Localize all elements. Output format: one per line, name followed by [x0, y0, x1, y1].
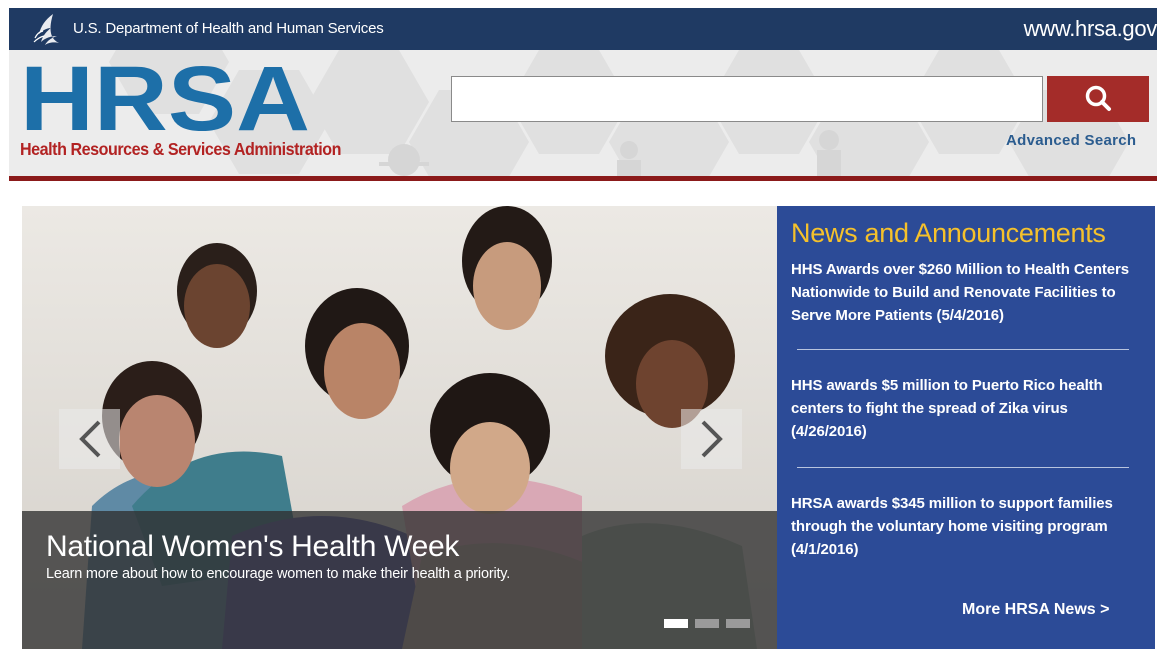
carousel-caption-subtitle: Learn more about how to encourage women … [46, 566, 511, 582]
hhs-department-link[interactable]: U.S. Department of Health and Human Serv… [73, 20, 384, 37]
news-heading: News and Announcements [791, 218, 1106, 248]
news-item[interactable]: HHS awards $5 million to Puerto Rico hea… [791, 374, 1131, 443]
carousel-dot-2[interactable] [695, 619, 719, 628]
news-item[interactable]: HRSA awards $345 million to support fami… [791, 492, 1131, 561]
hhs-bar: U.S. Department of Health and Human Serv… [9, 8, 1157, 50]
hhs-eagle-icon [33, 14, 59, 45]
news-divider [797, 467, 1129, 468]
hero-carousel[interactable]: National Women's Health Week Learn more … [22, 206, 777, 649]
search-input[interactable] [451, 76, 1043, 122]
carousel-next-button[interactable] [681, 409, 742, 469]
carousel-dot-3[interactable] [726, 619, 750, 628]
site-url[interactable]: www.hrsa.gov [1024, 16, 1157, 42]
carousel-pagination [664, 619, 750, 628]
carousel-prev-button[interactable] [59, 409, 120, 469]
news-item[interactable]: HHS Awards over $260 Million to Health C… [791, 258, 1131, 327]
chevron-right-icon [701, 420, 723, 458]
more-news-link[interactable]: More HRSA News > [962, 601, 1109, 619]
header-divider [9, 176, 1157, 181]
chevron-left-icon [78, 420, 100, 458]
site-header: HRSA Health Resources & Services Adminis… [9, 50, 1157, 176]
news-panel: News and Announcements HHS Awards over $… [777, 206, 1155, 649]
carousel-dot-1[interactable] [664, 619, 688, 628]
advanced-search-link[interactable]: Advanced Search [1006, 132, 1136, 149]
agency-tagline: Health Resources & Services Administrati… [20, 139, 341, 159]
hrsa-logo-text: HRSA [20, 62, 310, 134]
search-button[interactable] [1047, 76, 1149, 122]
carousel-caption-title[interactable]: National Women's Health Week [46, 530, 459, 564]
hrsa-logo[interactable]: HRSA [20, 62, 310, 134]
search-icon [1085, 85, 1111, 111]
news-divider [797, 349, 1129, 350]
